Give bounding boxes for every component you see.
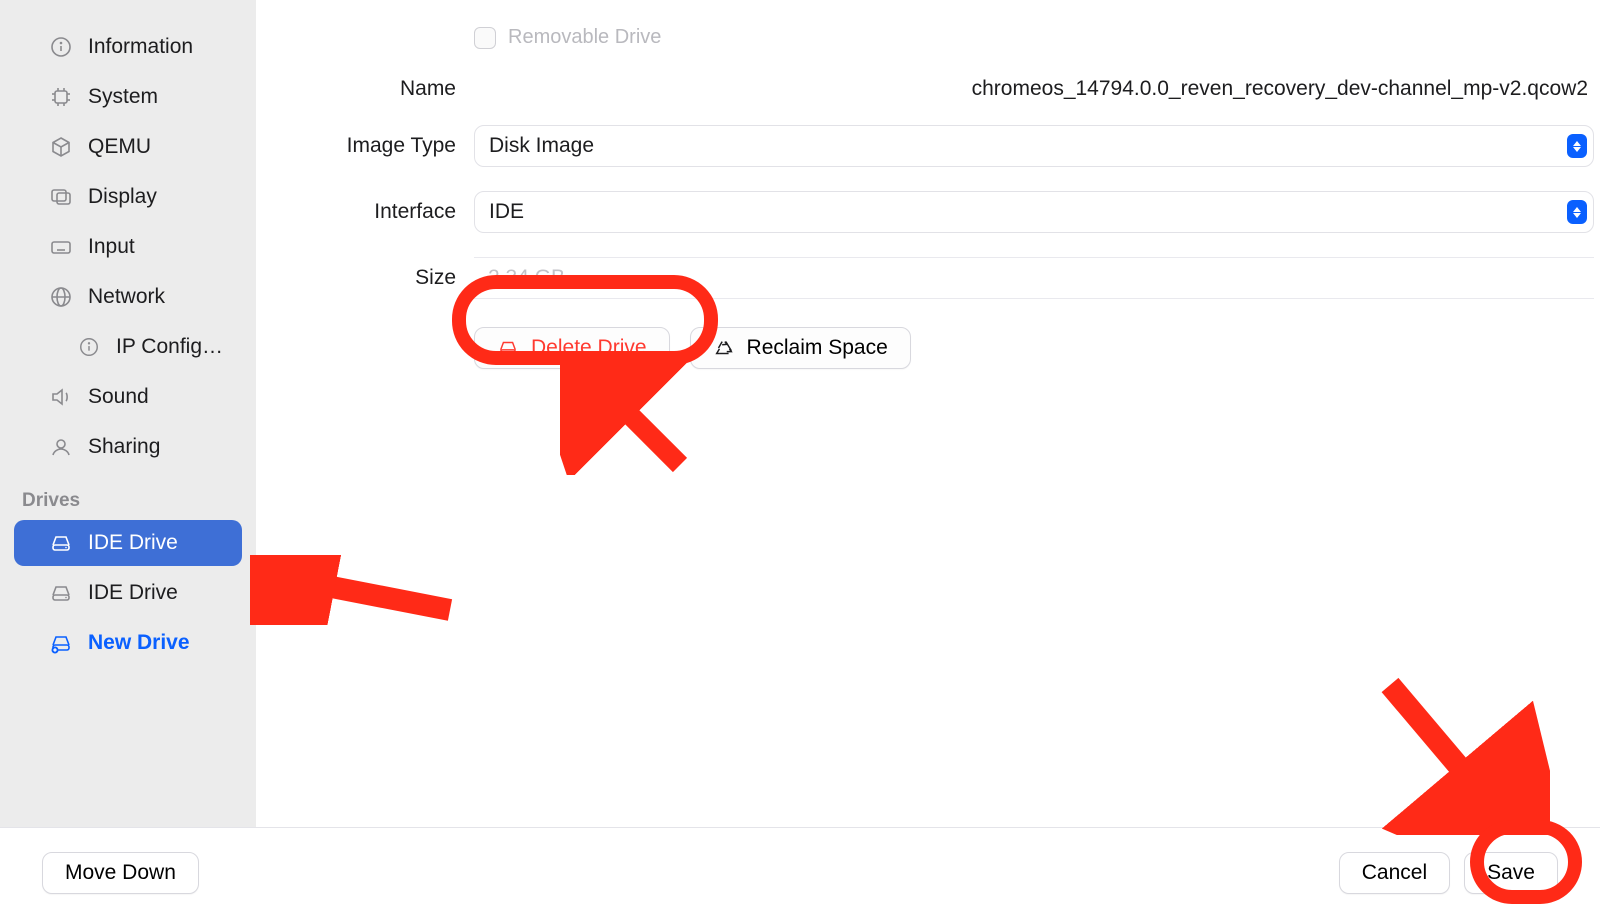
- removable-drive-checkbox[interactable]: [474, 27, 496, 49]
- drive-settings-panel: Removable Drive Name chromeos_14794.0.0_…: [256, 0, 1600, 827]
- drive-add-icon: [48, 630, 74, 656]
- keyboard-icon: [48, 234, 74, 260]
- chip-icon: [48, 84, 74, 110]
- display-icon: [48, 184, 74, 210]
- sidebar-item-display[interactable]: Display: [14, 174, 242, 220]
- speaker-icon: [48, 384, 74, 410]
- person-icon: [48, 434, 74, 460]
- sidebar-item-ide-drive-2[interactable]: IDE Drive: [14, 570, 242, 616]
- sidebar-item-qemu[interactable]: QEMU: [14, 124, 242, 170]
- movedown-button[interactable]: Move Down: [42, 852, 199, 894]
- size-value: 2.34 GB: [474, 266, 565, 290]
- sidebar-item-label: IP Config…: [116, 335, 223, 359]
- sidebar-item-input[interactable]: Input: [14, 224, 242, 270]
- drive-icon: [48, 530, 74, 556]
- delete-drive-label: Delete Drive: [531, 336, 647, 360]
- cancel-button[interactable]: Cancel: [1339, 852, 1450, 894]
- interface-value: IDE: [489, 200, 524, 224]
- sidebar-item-label: System: [88, 85, 158, 109]
- sidebar-item-label: Network: [88, 285, 165, 309]
- sidebar-item-label: New Drive: [88, 631, 190, 655]
- drive-delete-icon: [497, 337, 519, 359]
- cube-icon: [48, 134, 74, 160]
- sidebar-item-network[interactable]: Network: [14, 274, 242, 320]
- imagetype-select[interactable]: Disk Image: [474, 125, 1594, 167]
- imagetype-value: Disk Image: [489, 134, 594, 158]
- interface-label: Interface: [310, 200, 474, 224]
- globe-icon: [48, 284, 74, 310]
- updown-icon: [1567, 200, 1587, 224]
- sidebar-item-label: Sound: [88, 385, 149, 409]
- sidebar-item-label: Display: [88, 185, 157, 209]
- info-icon: [48, 34, 74, 60]
- sidebar-item-system[interactable]: System: [14, 74, 242, 120]
- name-label: Name: [310, 77, 474, 101]
- removable-drive-row: Removable Drive: [310, 20, 1594, 65]
- sidebar-item-label: Input: [88, 235, 135, 259]
- sidebar-item-ipconfig[interactable]: IP Config…: [14, 324, 242, 370]
- recycle-icon: [713, 337, 735, 359]
- sidebar-item-label: IDE Drive: [88, 581, 178, 605]
- updown-icon: [1567, 134, 1587, 158]
- drives-header: Drives: [0, 472, 256, 518]
- drive-icon: [48, 580, 74, 606]
- sidebar: Information System QEMU Display Input: [0, 0, 256, 827]
- name-value: chromeos_14794.0.0_reven_recovery_dev-ch…: [972, 77, 1594, 101]
- info-icon: [76, 334, 102, 360]
- imagetype-label: Image Type: [310, 134, 474, 158]
- sidebar-item-ide-drive-1[interactable]: IDE Drive: [14, 520, 242, 566]
- sidebar-item-label: Information: [88, 35, 193, 59]
- reclaim-space-label: Reclaim Space: [747, 336, 888, 360]
- sidebar-item-sharing[interactable]: Sharing: [14, 424, 242, 470]
- sidebar-item-new-drive[interactable]: New Drive: [14, 620, 242, 666]
- reclaim-space-button[interactable]: Reclaim Space: [690, 327, 911, 369]
- save-button[interactable]: Save: [1464, 852, 1558, 894]
- sidebar-item-sound[interactable]: Sound: [14, 374, 242, 420]
- footer: Move Down Cancel Save: [0, 827, 1600, 922]
- sidebar-item-label: IDE Drive: [88, 531, 178, 555]
- sidebar-item-label: QEMU: [88, 135, 151, 159]
- delete-drive-button[interactable]: Delete Drive: [474, 327, 670, 369]
- sidebar-item-information[interactable]: Information: [14, 24, 242, 70]
- size-label: Size: [310, 266, 474, 290]
- removable-drive-label: Removable Drive: [508, 26, 661, 49]
- sidebar-item-label: Sharing: [88, 435, 160, 459]
- interface-select[interactable]: IDE: [474, 191, 1594, 233]
